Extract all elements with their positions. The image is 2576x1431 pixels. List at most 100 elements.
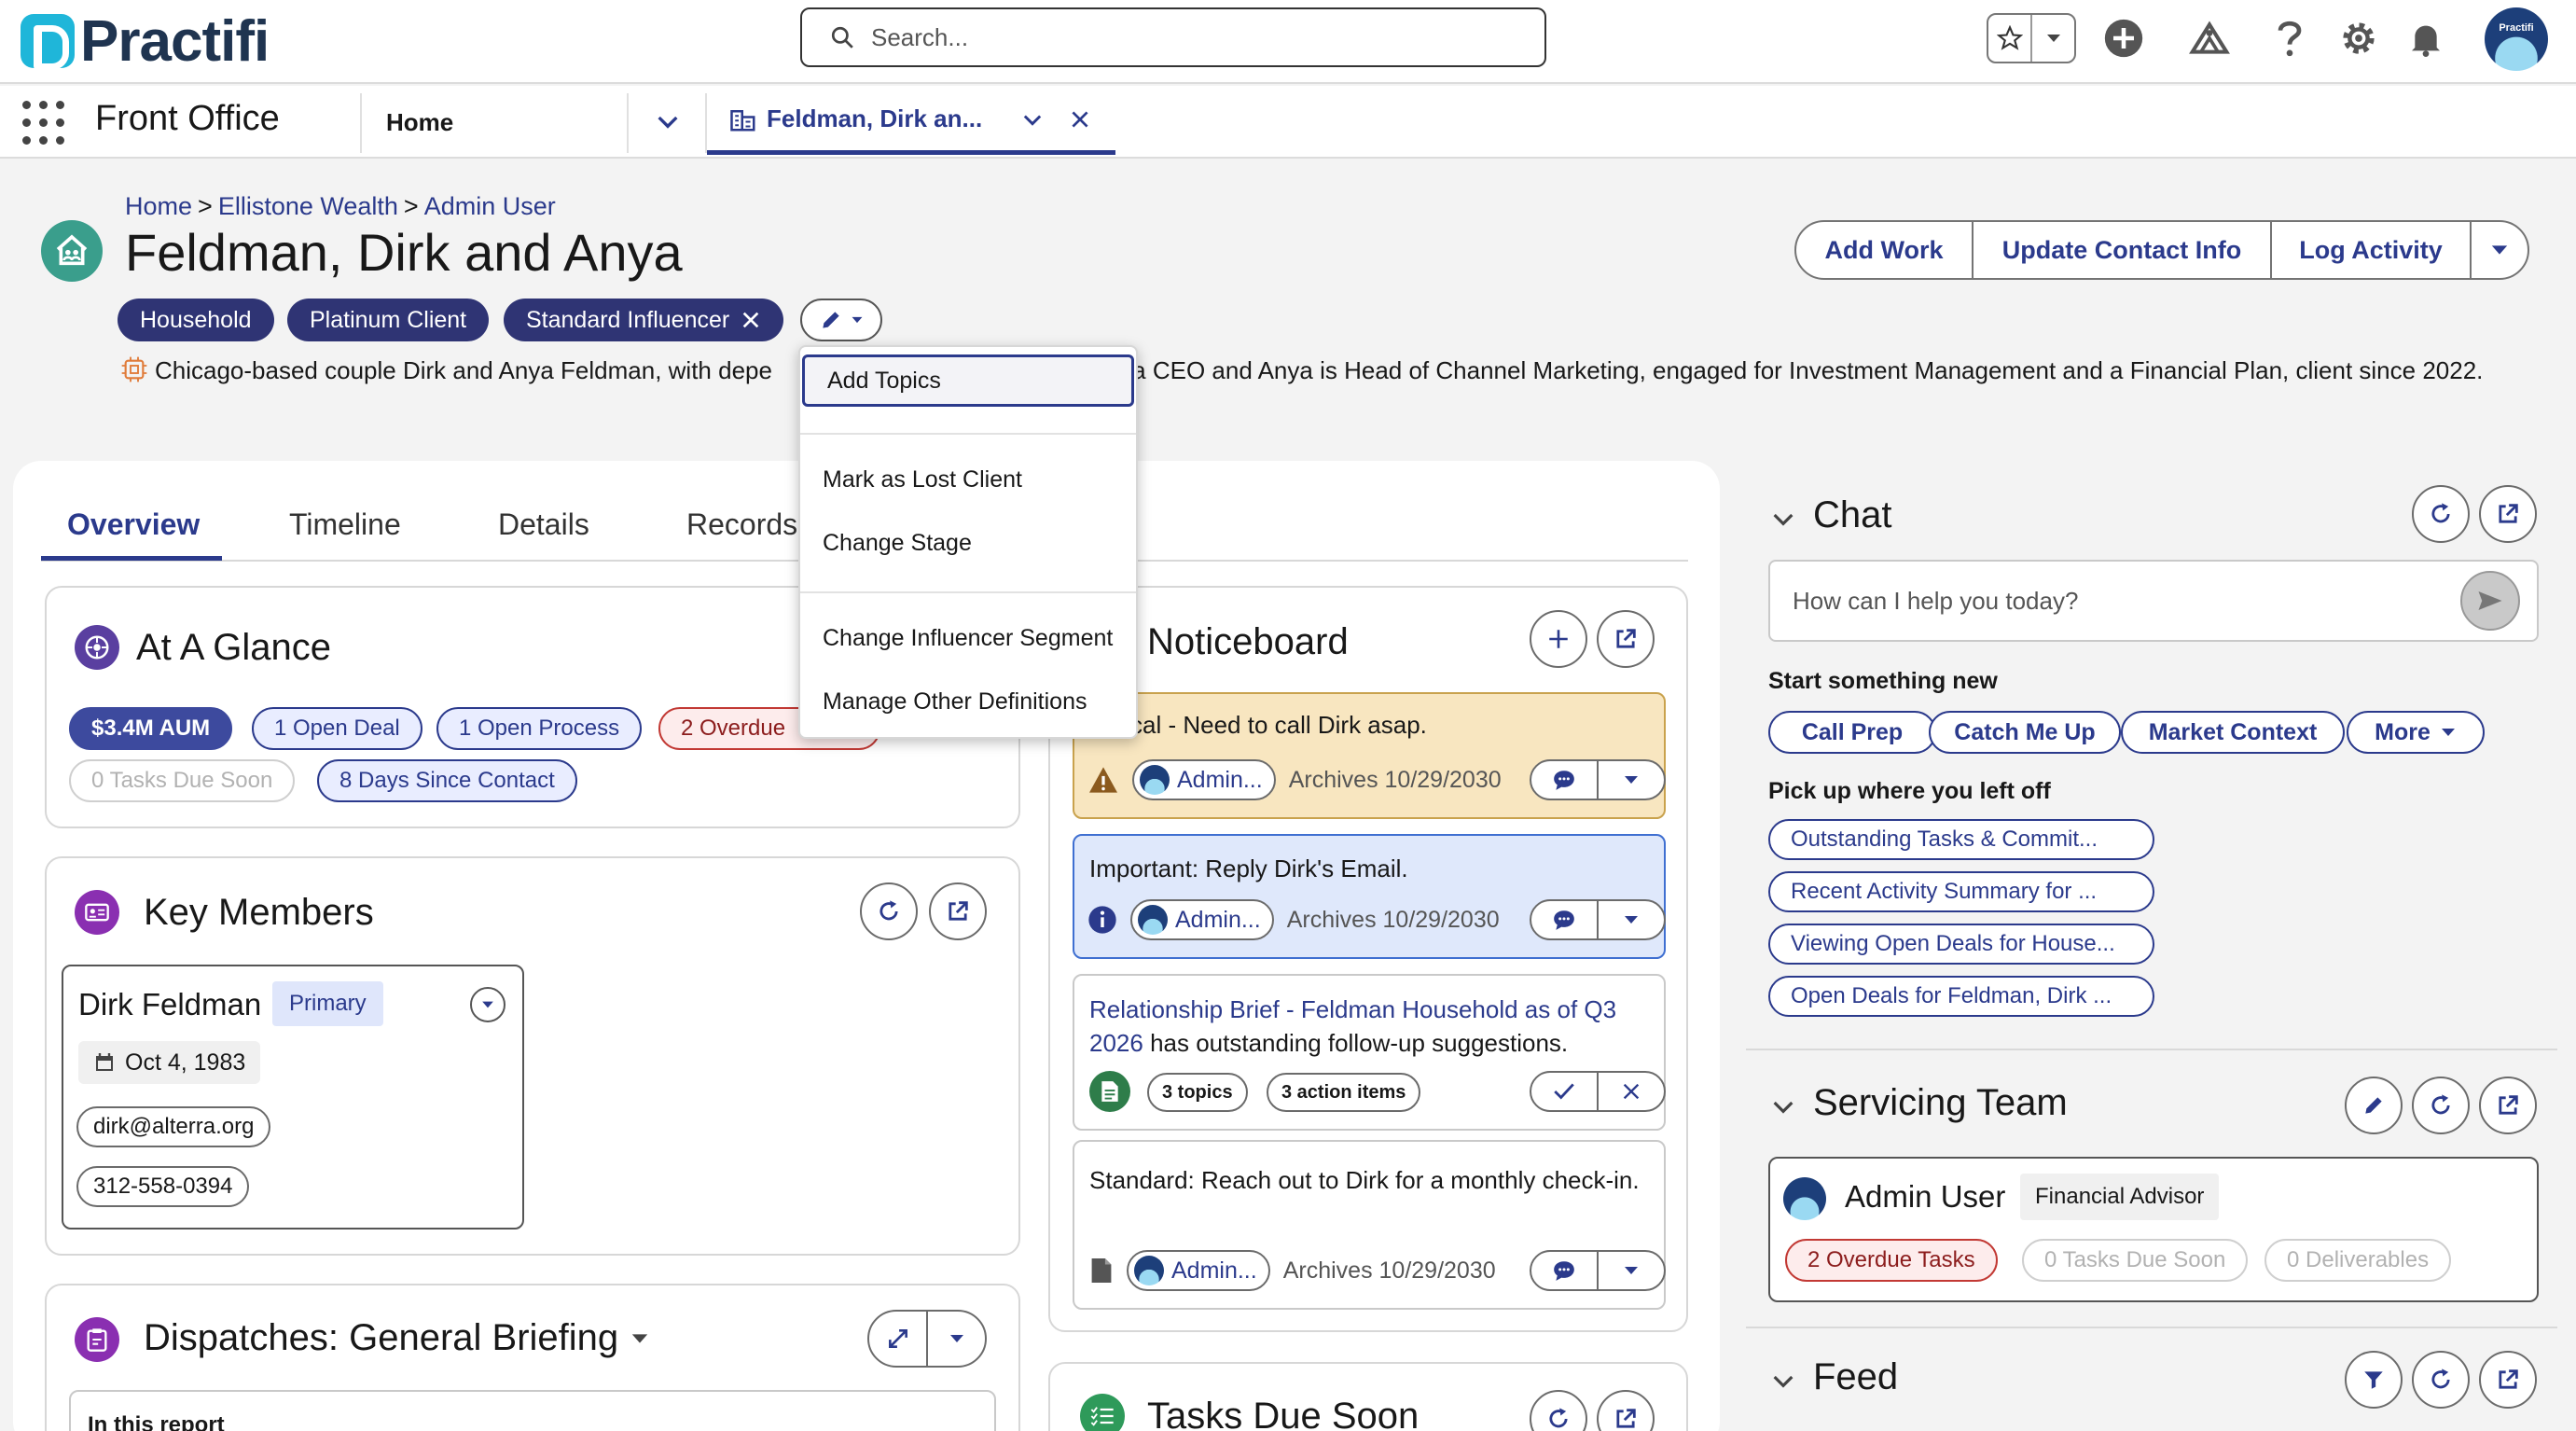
- topic-pill-standard-influencer[interactable]: Standard Influencer: [504, 299, 784, 341]
- team-member-name[interactable]: Admin User: [1845, 1179, 2005, 1215]
- nav-tab-record[interactable]: Feldman, Dirk an...: [707, 88, 1115, 155]
- star-icon[interactable]: [1988, 15, 2032, 62]
- favorites-dropdown-icon[interactable]: [2032, 15, 2074, 62]
- tab-overview[interactable]: Overview: [67, 507, 200, 542]
- comment-icon[interactable]: [1531, 761, 1599, 799]
- call-prep-pill[interactable]: Call Prep: [1768, 711, 1936, 754]
- more-starters-pill[interactable]: More: [2347, 711, 2485, 754]
- search-placeholder: Search...: [871, 22, 969, 51]
- comment-icon[interactable]: [1531, 1252, 1599, 1289]
- chat-input[interactable]: How can I help you today?: [1768, 560, 2539, 642]
- days-since-contact-pill[interactable]: 8 Days Since Contact: [317, 759, 577, 802]
- owner-pill[interactable]: Admin...: [1132, 759, 1276, 800]
- open-external-icon[interactable]: [2479, 485, 2537, 543]
- comment-icon[interactable]: [1531, 901, 1599, 938]
- notice-chevron-down-icon[interactable]: [1599, 1252, 1664, 1289]
- nav-menu-chevron-down-icon[interactable]: [653, 106, 683, 136]
- member-menu-chevron-down-icon[interactable]: [470, 987, 506, 1022]
- open-external-icon[interactable]: [2479, 1351, 2537, 1409]
- tasks-due-soon-pill[interactable]: 0 Tasks Due Soon: [69, 759, 296, 802]
- owner-pill[interactable]: Admin...: [1130, 899, 1274, 940]
- owner-avatar: [1140, 765, 1170, 795]
- menu-item-change-influencer-segment[interactable]: Change Influencer Segment: [800, 612, 1136, 664]
- open-external-icon[interactable]: [929, 882, 987, 940]
- tab-details[interactable]: Details: [498, 507, 589, 542]
- dispatches-title-dropdown[interactable]: Dispatches: General Briefing: [144, 1317, 650, 1359]
- topic-pill-platinum-client[interactable]: Platinum Client: [287, 299, 490, 341]
- refresh-icon[interactable]: [2412, 1077, 2470, 1134]
- record-tab-chevron-down-icon[interactable]: [1019, 106, 1046, 132]
- open-deal-pill[interactable]: 1 Open Deal: [252, 707, 422, 750]
- add-notice-icon[interactable]: [1530, 610, 1587, 668]
- conversation-pill[interactable]: Viewing Open Deals for House...: [1768, 924, 2154, 965]
- practifi-logo[interactable]: Practifi: [21, 6, 270, 76]
- conversation-pill[interactable]: Outstanding Tasks & Commit...: [1768, 819, 2154, 860]
- dismiss-close-icon[interactable]: [1599, 1073, 1664, 1110]
- filter-icon[interactable]: [2345, 1351, 2403, 1409]
- primary-badge: Primary: [272, 981, 383, 1026]
- app-launcher-icon[interactable]: [22, 101, 64, 145]
- member-email-link[interactable]: dirk@alterra.org: [76, 1106, 271, 1147]
- refresh-icon[interactable]: [860, 882, 918, 940]
- market-context-pill[interactable]: Market Context: [2121, 711, 2345, 754]
- notice-actions: [1530, 759, 1666, 800]
- menu-item-manage-other-definitions[interactable]: Manage Other Definitions: [800, 675, 1136, 728]
- search-icon: [831, 26, 853, 49]
- deliverables-pill[interactable]: 0 Deliverables: [2264, 1239, 2452, 1282]
- aum-pill[interactable]: $3.4M AUM: [69, 707, 233, 750]
- accept-check-icon[interactable]: [1531, 1073, 1599, 1110]
- nav-tab-home[interactable]: Home: [386, 108, 453, 137]
- breadcrumb-firm[interactable]: Ellistone Wealth: [218, 192, 398, 220]
- settings-gear-icon[interactable]: [2334, 13, 2384, 63]
- at-a-glance-title: At A Glance: [136, 627, 332, 668]
- trailhead-icon[interactable]: [2184, 13, 2235, 63]
- owner-pill[interactable]: Admin...: [1127, 1250, 1270, 1291]
- refresh-icon[interactable]: [2412, 1351, 2470, 1409]
- open-process-pill[interactable]: 1 Open Process: [436, 707, 643, 750]
- help-icon[interactable]: [2264, 13, 2315, 63]
- tab-timeline[interactable]: Timeline: [289, 507, 401, 542]
- notice-text: cal - Need to call Dirk asap.: [1130, 711, 1427, 739]
- tasks-due-soon-pill[interactable]: 0 Tasks Due Soon: [2022, 1239, 2249, 1282]
- brief-action-items-pill[interactable]: 3 action items: [1267, 1073, 1421, 1112]
- topic-pill-household[interactable]: Household: [118, 299, 274, 341]
- global-add-icon[interactable]: [2098, 13, 2149, 63]
- add-work-button[interactable]: Add Work: [1796, 222, 1974, 278]
- update-contact-info-button[interactable]: Update Contact Info: [1974, 222, 2272, 278]
- log-activity-button[interactable]: Log Activity: [2272, 222, 2472, 278]
- feed-collapse-chevron-down-icon[interactable]: [1768, 1366, 1798, 1396]
- nav-divider: [360, 93, 362, 153]
- catch-me-up-pill[interactable]: Catch Me Up: [1929, 711, 2121, 754]
- notice-chevron-down-icon[interactable]: [1599, 901, 1664, 938]
- close-tab-icon[interactable]: [1068, 107, 1092, 132]
- brief-topics-pill[interactable]: 3 topics: [1147, 1073, 1248, 1112]
- remove-topic-close-icon[interactable]: [741, 310, 761, 330]
- tab-records[interactable]: Records: [686, 507, 797, 542]
- overdue-tasks-pill[interactable]: 2 Overdue Tasks: [1785, 1239, 1998, 1282]
- open-external-icon[interactable]: [1597, 610, 1655, 668]
- expand-icon[interactable]: [869, 1312, 928, 1366]
- dispatch-chevron-down-icon[interactable]: [928, 1312, 985, 1366]
- servicing-collapse-chevron-down-icon[interactable]: [1768, 1091, 1798, 1121]
- global-search[interactable]: Search...: [800, 7, 1546, 67]
- user-avatar[interactable]: Practifi: [2485, 7, 2548, 71]
- menu-item-change-stage[interactable]: Change Stage: [800, 517, 1136, 569]
- breadcrumb-home[interactable]: Home: [125, 192, 192, 220]
- notice-chevron-down-icon[interactable]: [1599, 761, 1664, 799]
- refresh-icon[interactable]: [2412, 485, 2470, 543]
- member-name[interactable]: Dirk Feldman: [78, 987, 261, 1022]
- more-actions-chevron-down-icon[interactable]: [2472, 222, 2528, 278]
- conversation-pill[interactable]: Open Deals for Feldman, Dirk ...: [1768, 976, 2154, 1017]
- edit-topics-button[interactable]: [800, 299, 882, 341]
- send-icon[interactable]: [2460, 571, 2520, 631]
- menu-item-mark-as-lost-client[interactable]: Mark as Lost Client: [800, 453, 1136, 506]
- breadcrumb-user[interactable]: Admin User: [424, 192, 556, 220]
- member-phone-link[interactable]: 312-558-0394: [76, 1166, 250, 1207]
- open-external-icon[interactable]: [2479, 1077, 2537, 1134]
- notifications-bell-icon[interactable]: [2401, 13, 2451, 63]
- menu-item-add-topics[interactable]: Add Topics: [802, 354, 1134, 407]
- chat-collapse-chevron-down-icon[interactable]: [1768, 504, 1798, 534]
- conversation-pill[interactable]: Recent Activity Summary for ...: [1768, 871, 2154, 912]
- favorites-button[interactable]: [1987, 13, 2076, 63]
- edit-pencil-icon[interactable]: [2345, 1077, 2403, 1134]
